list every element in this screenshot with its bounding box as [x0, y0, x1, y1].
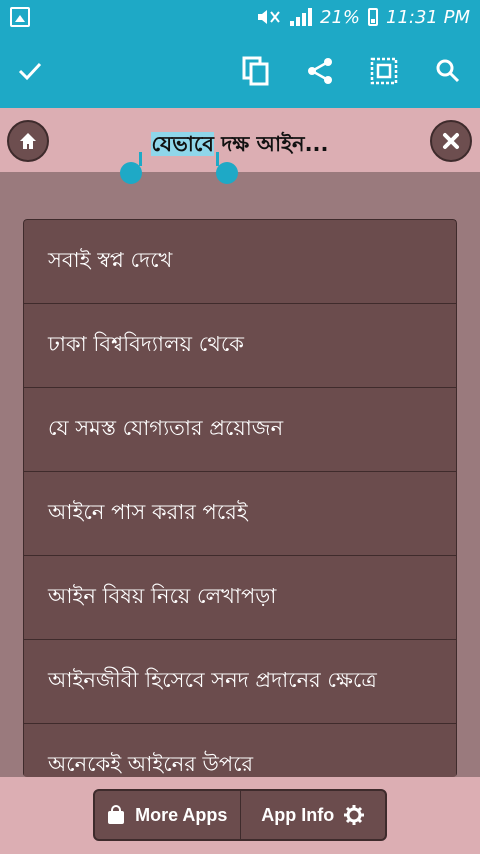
topic-list: সবাই স্বপ্ন দেখে ঢাকা বিশ্ববিদ্যালয় থেক… — [23, 219, 457, 777]
copy-icon[interactable] — [238, 53, 274, 89]
signal-icon — [290, 8, 312, 26]
clock: 11:31 PM — [386, 6, 470, 28]
list-item-label: আইনে পাস করার পরেই — [48, 500, 248, 524]
list-item[interactable]: আইন বিষয় নিয়ে লেখাপড়া — [23, 555, 457, 639]
gear-icon — [344, 805, 365, 825]
battery-percent: 21% — [320, 6, 361, 28]
list-item[interactable]: আইনজীবী হিসেবে সনদ প্রদানের ক্ষেত্রে — [23, 639, 457, 723]
search-icon[interactable] — [430, 53, 466, 89]
list-item[interactable]: সবাই স্বপ্ন দেখে — [23, 219, 457, 303]
list-item-label: আইনজীবী হিসেবে সনদ প্রদানের ক্ষেত্রে — [48, 668, 377, 692]
gallery-notification-icon — [10, 7, 30, 27]
share-icon[interactable] — [302, 53, 338, 89]
app-info-button[interactable]: App Info — [239, 791, 386, 839]
list-item-label: আইন বিষয় নিয়ে লেখাপড়া — [48, 584, 277, 608]
mute-icon — [258, 10, 280, 24]
select-all-icon[interactable] — [366, 53, 402, 89]
list-item-label: ঢাকা বিশ্ববিদ্যালয় থেকে — [48, 332, 244, 356]
selection-handle-end[interactable] — [216, 152, 238, 184]
list-item-label: সবাই স্বপ্ন দেখে — [48, 248, 173, 272]
selected-text[interactable]: যেভাবে — [151, 132, 214, 156]
list-item[interactable]: আইনে পাস করার পরেই — [23, 471, 457, 555]
list-item[interactable]: অনেকেই আইনের উপরে — [23, 723, 457, 777]
selection-handle-start[interactable] — [120, 152, 142, 184]
list-item[interactable]: ঢাকা বিশ্ববিদ্যালয় থেকে — [23, 303, 457, 387]
list-item-label: অনেকেই আইনের উপরে — [48, 752, 254, 776]
action-bar — [0, 34, 480, 108]
check-icon[interactable] — [12, 53, 48, 89]
title-bar: যেভাবে দক্ষ আইন... — [0, 108, 480, 172]
close-button[interactable] — [430, 120, 472, 162]
shopping-bag-icon — [108, 805, 125, 824]
list-item[interactable]: যে সমস্ত যোগ্যতার প্রয়োজন — [23, 387, 457, 471]
more-apps-label: More Apps — [135, 804, 228, 825]
status-right: 21% 11:31 PM — [256, 5, 470, 29]
close-icon — [443, 133, 459, 149]
app-info-label: App Info — [261, 804, 335, 825]
more-apps-button[interactable]: More Apps — [95, 791, 240, 839]
status-bar: 21% 11:31 PM — [0, 0, 480, 34]
page-title[interactable]: যেভাবে দক্ষ আইন... — [0, 128, 480, 163]
battery-icon — [368, 8, 379, 26]
list-item-label: যে সমস্ত যোগ্যতার প্রয়োজন — [48, 416, 284, 440]
bottom-bar: More Apps App Info — [0, 777, 480, 854]
bottom-button-group: More Apps App Info — [93, 789, 387, 841]
